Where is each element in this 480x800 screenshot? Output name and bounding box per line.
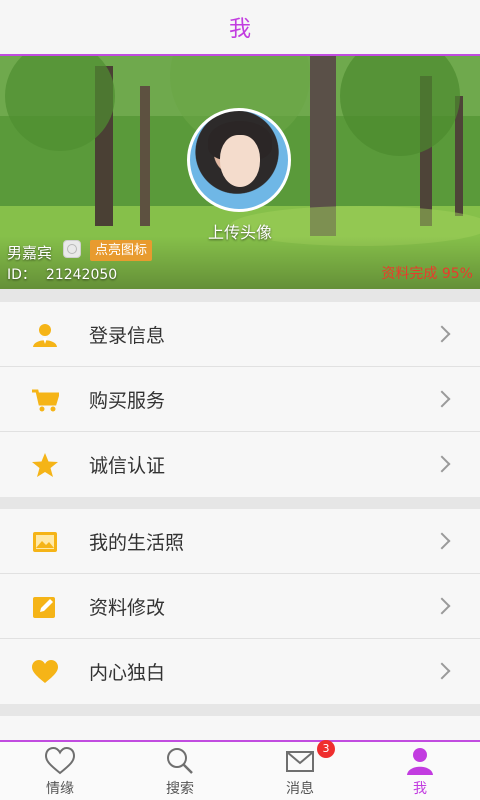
menu-section-account: 登录信息 购买服务 诚信认证 <box>0 302 480 497</box>
tab-qingyuan[interactable]: 情缘 <box>0 742 120 800</box>
chevron-right-icon <box>433 325 451 343</box>
chevron-right-icon <box>433 532 451 550</box>
person-icon <box>407 748 433 775</box>
tab-me[interactable]: 我 <box>360 742 480 800</box>
light-icon-button[interactable]: 点亮图标 <box>90 240 153 261</box>
mail-icon <box>286 751 314 772</box>
cart-icon <box>32 389 59 412</box>
menu-item-label: 我的生活照 <box>89 531 185 554</box>
menu-item-label: 资料修改 <box>89 596 166 619</box>
chevron-right-icon <box>433 662 451 680</box>
username: 男嘉宾 <box>7 244 53 262</box>
menu-section-profile: 我的生活照 资料修改 内心独白 <box>0 509 480 704</box>
menu-item-buy-service[interactable]: 购买服务 <box>0 367 480 432</box>
user-id-label: ID： <box>7 267 36 283</box>
tab-label: 情缘 <box>46 781 74 797</box>
menu-item-verification[interactable]: 诚信认证 <box>0 432 480 497</box>
page-title: 我 <box>228 17 251 42</box>
heart-icon <box>32 660 58 683</box>
tab-label: 搜索 <box>166 781 194 797</box>
menu-section-more <box>0 716 480 740</box>
menu-item-login-info[interactable]: 登录信息 <box>0 302 480 367</box>
heart-outline-icon <box>44 746 76 775</box>
profile-completion: 资料完成 95% <box>381 266 473 282</box>
menu-item-label: 内心独白 <box>89 662 166 684</box>
menu-item-label: 购买服务 <box>89 389 166 412</box>
profile-hero: 上传头像 男嘉宾 点亮图标 ID： 21242050 资料完成 95% <box>0 56 480 289</box>
top-bar: 我 <box>0 0 480 56</box>
tab-messages[interactable]: 3 消息 <box>240 740 360 800</box>
menu-item-edit-profile[interactable]: 资料修改 <box>0 574 480 639</box>
unread-badge: 3 <box>317 740 335 758</box>
star-icon <box>32 453 58 477</box>
user-id: ID： 21242050 <box>7 264 117 284</box>
avatar[interactable] <box>187 108 291 212</box>
user-id-value: 21242050 <box>45 267 118 283</box>
tab-label: 消息 <box>286 781 314 797</box>
verification-badge-icon <box>63 240 81 258</box>
menu-item-monologue[interactable]: 内心独白 <box>0 639 480 704</box>
bottom-tab-bar: 情缘 搜索 3 消息 我 <box>0 740 480 800</box>
edit-icon <box>33 597 55 618</box>
menu-item-label: 登录信息 <box>89 324 166 347</box>
menu-item-life-photos[interactable]: 我的生活照 <box>0 509 480 574</box>
photo-icon <box>33 532 57 552</box>
tab-label: 我 <box>413 781 427 797</box>
chevron-right-icon <box>433 455 451 473</box>
chevron-right-icon <box>433 597 451 615</box>
search-icon <box>167 748 193 774</box>
menu-item-label: 诚信认证 <box>89 455 166 477</box>
user-icon <box>33 324 57 347</box>
chevron-right-icon <box>433 390 451 408</box>
tab-search[interactable]: 搜索 <box>120 742 240 800</box>
